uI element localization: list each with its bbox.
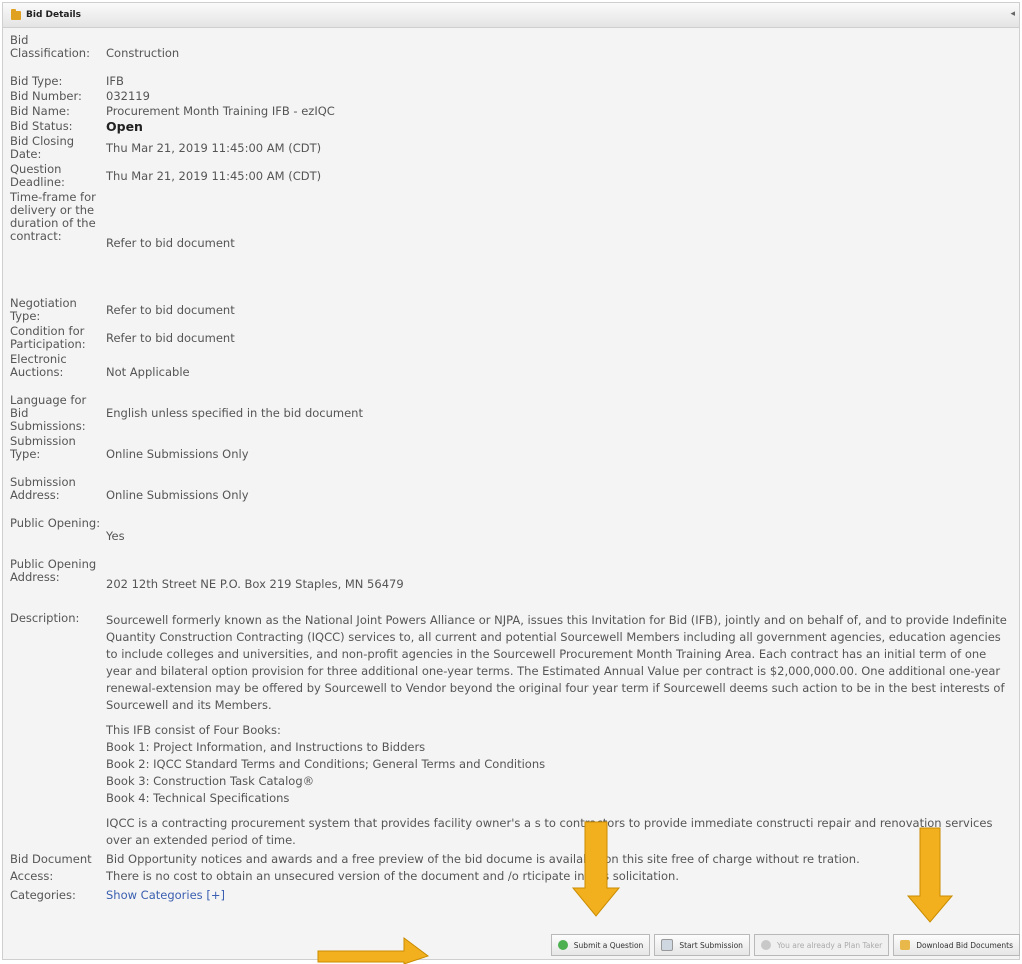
annotation-arrows [317,821,954,964]
arrow-right-annotation [317,937,430,964]
arrow-down-annotation [906,827,954,923]
arrow-down-annotation [571,821,621,917]
arrow-annotation [317,821,954,964]
